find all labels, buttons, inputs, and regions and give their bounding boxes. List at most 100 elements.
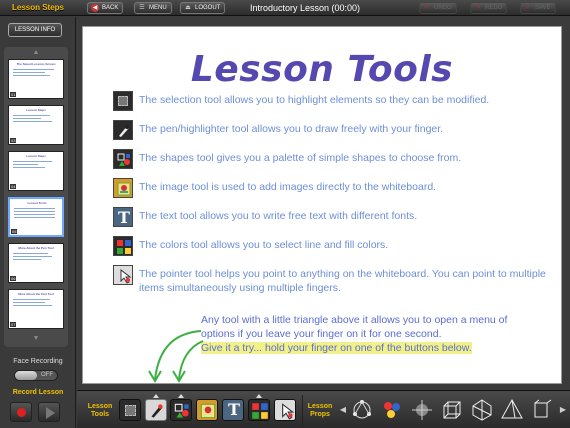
lesson-tools-label: Lesson Tools (83, 403, 117, 419)
redo-label: REDO (485, 5, 503, 11)
thumbnail-number: 04 (10, 184, 17, 189)
top-bar: Lesson Steps ◀ BACK ☰ MENU ⏏ LOGOUT Intr… (0, 0, 570, 16)
logout-label: LOGOUT (195, 5, 221, 11)
toggle-state: OFF (41, 372, 53, 378)
menu-label: MENU (149, 5, 167, 11)
magnet-prop-icon[interactable] (409, 397, 435, 423)
lesson-steps-title: Lesson Steps (11, 3, 64, 12)
step-thumbnail-01[interactable]: The Saved Lessons Screen 01 (8, 59, 64, 99)
face-recording-toggle[interactable]: OFF (14, 370, 58, 381)
step-thumbnail-list[interactable]: ▲ The Saved Lessons Screen 01 Lesson Ste… (4, 47, 68, 347)
lesson-props-label-line: Lesson (307, 403, 333, 410)
tool-description-row: The colors tool allows you to select lin… (113, 236, 553, 258)
lesson-tools-label-line: Tools (90, 411, 110, 418)
logout-button[interactable]: ⏏ LOGOUT (180, 2, 226, 14)
scroll-down-icon[interactable]: ▼ (31, 335, 41, 343)
back-button[interactable]: ◀ BACK (87, 2, 124, 14)
tool-description-row: T The text tool allows you to write free… (113, 207, 553, 229)
thumbnail-number: 03 (10, 138, 17, 143)
thumbnail-title: Lesson Tools (27, 201, 47, 205)
thumbnail-number: 07 (10, 322, 17, 327)
scroll-up-icon[interactable]: ▲ (31, 49, 41, 57)
thumbnail-lines (13, 161, 59, 170)
thumbnail-lines (14, 208, 60, 220)
thumbnail-lines (13, 115, 59, 124)
tip-line-2-highlighted: Give it a try... hold your finger on one… (201, 342, 472, 354)
pointer-tool-icon (113, 265, 133, 285)
step-thumbnail-06[interactable]: More About the Pen Tool 06 (8, 243, 64, 283)
hand-drawn-arrows-icon (148, 330, 204, 383)
tip-line-1: Any tool with a little triangle above it… (201, 314, 508, 340)
selection-tool-icon (113, 91, 133, 111)
prism-prop-icon[interactable] (529, 397, 555, 423)
menu-triangle-icon (256, 394, 262, 398)
atoms-prop-icon[interactable] (379, 397, 405, 423)
thumbnail-number: 05 (11, 229, 18, 234)
tool-description: The colors tool allows you to select lin… (139, 239, 389, 251)
lesson-title: Introductory Lesson (00:00) (249, 3, 361, 13)
polyhedron-prop-icon[interactable] (469, 397, 495, 423)
lesson-tools-label-line: Lesson (87, 403, 113, 410)
menu-triangle-icon (178, 394, 184, 398)
app-window: Lesson Steps ◀ BACK ☰ MENU ⏏ LOGOUT Intr… (0, 0, 570, 428)
step-thumbnail-03[interactable]: Lesson Steps 03 (8, 105, 64, 145)
undo-button[interactable]: ↶ UNDO (419, 2, 457, 14)
shapes-tool-button[interactable] (170, 399, 192, 421)
undo-label: UNDO (434, 5, 452, 11)
colors-tool-icon (252, 403, 268, 419)
thumbnail-number: 06 (10, 276, 17, 281)
pointer-tool-icon (282, 403, 295, 420)
lesson-props-label: Lesson Props (303, 403, 337, 419)
back-label: BACK (102, 5, 119, 11)
toggle-knob (15, 371, 37, 380)
record-icon (17, 408, 26, 417)
save-label: SAVE (535, 5, 551, 11)
selection-tool-icon (125, 405, 136, 416)
props-scroll-left-icon[interactable]: ◀ (339, 405, 347, 415)
image-tool-button[interactable] (196, 399, 218, 421)
tool-description: The pen/highlighter tool allows you to d… (139, 123, 444, 135)
menu-button[interactable]: ☰ MENU (134, 2, 172, 14)
pointer-tool-button[interactable] (274, 399, 296, 421)
thumbnail-number: 01 (10, 92, 17, 97)
logout-icon: ⏏ (185, 5, 191, 11)
selection-tool-button[interactable] (119, 399, 141, 421)
thumbnail-lines (13, 253, 59, 262)
redo-button[interactable]: ↷ REDO (470, 2, 508, 14)
shapes-tool-icon (113, 149, 133, 169)
lesson-info-button[interactable]: LESSON INFO (8, 23, 62, 37)
cube-prop-icon[interactable] (439, 397, 465, 423)
pen-tool-button[interactable] (145, 399, 167, 421)
pyramid-prop-icon[interactable] (499, 397, 525, 423)
thumbnail-title: Lesson Steps (26, 108, 46, 112)
thumbnail-title: The Saved Lessons Screen (16, 62, 56, 66)
tip-note: Any tool with a little triangle above it… (201, 313, 541, 355)
colors-tool-icon (113, 236, 133, 256)
props-scroll-right-icon[interactable]: ▶ (559, 405, 567, 415)
thumbnail-title: More About the Text Tool (18, 292, 54, 296)
step-thumbnail-07[interactable]: More About the Text Tool 07 (8, 289, 64, 329)
tool-description: The text tool allows you to write free t… (139, 210, 418, 222)
colors-tool-button[interactable] (248, 399, 270, 421)
back-arrow-icon: ◀ (91, 4, 99, 12)
pen-tool-icon (113, 120, 133, 140)
whiteboard[interactable]: Lesson Tools The selection tool allows y… (83, 27, 561, 383)
record-button[interactable] (10, 402, 32, 422)
tool-description-row: The image tool is used to add images dir… (113, 178, 553, 200)
shapes-tool-icon (174, 403, 189, 418)
text-tool-button[interactable]: T (222, 399, 244, 421)
step-thumbnail-04[interactable]: Lesson Steps 04 (8, 151, 64, 191)
save-button[interactable]: ✓ SAVE (520, 2, 556, 14)
text-tool-icon: T (113, 207, 133, 227)
tool-description: The image tool is used to add images dir… (139, 181, 437, 193)
step-thumbnail-05[interactable]: Lesson Tools 05 (8, 197, 64, 237)
play-button[interactable] (38, 402, 60, 422)
tool-description: The shapes tool gives you a palette of s… (139, 152, 462, 164)
tool-description: The pointer tool helps you point to anyt… (139, 268, 546, 294)
molecule-prop-icon[interactable] (349, 397, 375, 423)
play-icon (46, 407, 55, 419)
canvas-area: Lesson Tools The selection tool allows y… (77, 17, 570, 390)
menu-triangle-icon (153, 394, 159, 398)
tool-description-row: The selection tool allows you to highlig… (113, 91, 553, 113)
page-heading: Lesson Tools (190, 49, 454, 90)
